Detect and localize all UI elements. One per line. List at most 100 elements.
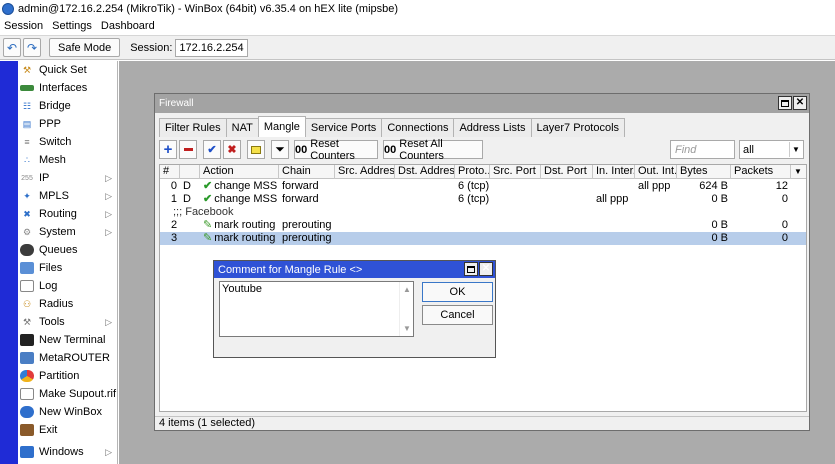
column-header-chain[interactable]: Chain: [279, 165, 335, 179]
filter-select[interactable]: all ▼: [739, 140, 804, 159]
column-header-bytes[interactable]: Bytes: [677, 165, 731, 179]
sidebar-item-mpls[interactable]: ✦ MPLS ▷: [18, 187, 118, 205]
ok-button[interactable]: OK: [422, 282, 493, 302]
comment-scrollbar[interactable]: ▲ ▼: [399, 282, 413, 336]
cancel-button[interactable]: Cancel: [422, 305, 493, 325]
remove-button[interactable]: [179, 140, 197, 159]
metarouter-icon: [20, 352, 34, 364]
scroll-up-icon[interactable]: ▲: [403, 285, 411, 294]
accept-check-icon: ✔: [203, 180, 213, 192]
redo-button[interactable]: ↷: [23, 38, 41, 57]
sidebar-item-bridge[interactable]: ☷ Bridge: [18, 97, 118, 115]
firewall-title: Firewall: [159, 98, 194, 109]
sidebar-item-queues[interactable]: Queues: [18, 241, 118, 259]
tab-mangle[interactable]: Mangle: [257, 116, 306, 137]
sidebar-item-switch[interactable]: ≡ Switch: [18, 133, 118, 151]
column-header-src-port[interactable]: Src. Port: [490, 165, 541, 179]
sidebar-item-new-terminal[interactable]: New Terminal: [18, 331, 118, 349]
menu-dashboard[interactable]: Dashboard: [101, 20, 155, 32]
scroll-down-icon[interactable]: ▼: [403, 324, 411, 333]
table-row[interactable]: 0 D ✔ change MSS forward 6 (tcp) all ppp …: [160, 180, 806, 193]
routing-icon: ✖: [23, 208, 31, 219]
tab-address-lists[interactable]: Address Lists: [453, 118, 532, 137]
submenu-arrow-icon: ▷: [105, 172, 112, 183]
tab-service-ports[interactable]: Service Ports: [304, 118, 383, 137]
find-input[interactable]: Find: [670, 140, 735, 159]
sidebar-item-new-winbox[interactable]: New WinBox: [18, 403, 118, 421]
firewall-titlebar[interactable]: Firewall ✕: [155, 94, 809, 113]
comment-row[interactable]: ;;; Facebook: [160, 206, 806, 219]
menu-session[interactable]: Session: [4, 20, 43, 32]
sidebar-item-mesh[interactable]: ∴ Mesh: [18, 151, 118, 169]
tab-layer7-protocols[interactable]: Layer7 Protocols: [530, 118, 626, 137]
dropdown-icon: ▼: [794, 167, 802, 176]
tools-icon: ⚒: [22, 316, 32, 327]
cross-icon: ✖: [227, 144, 237, 156]
sidebar-item-radius[interactable]: ⚇ Radius: [18, 295, 118, 313]
reset-all-counters-button[interactable]: 00 Reset All Counters: [383, 138, 483, 162]
column-header-protocol[interactable]: Proto...: [455, 165, 490, 179]
mark-routing-icon: ✎: [203, 219, 213, 231]
sidebar-item-tools[interactable]: ⚒ Tools ▷: [18, 313, 118, 331]
column-header-in-interface[interactable]: In. Inter...: [593, 165, 635, 179]
exit-icon: [20, 424, 34, 436]
table-row[interactable]: 1 D ✔ change MSS forward 6 (tcp) all ppp …: [160, 193, 806, 206]
sidebar-item-log[interactable]: Log: [18, 277, 118, 295]
column-header-dst-port[interactable]: Dst. Port: [541, 165, 593, 179]
ppp-icon: ▤: [22, 118, 32, 129]
column-header-action[interactable]: Action: [200, 165, 279, 179]
column-header-packets[interactable]: Packets: [731, 165, 791, 179]
window-title: admin@172.16.2.254 (MikroTik) - WinBox (…: [18, 2, 399, 15]
sidebar-item-quick-set[interactable]: ⚒ Quick Set: [18, 61, 118, 79]
sidebar-item-metarouter[interactable]: MetaROUTER: [18, 349, 118, 367]
column-header-dst-address[interactable]: Dst. Address: [395, 165, 455, 179]
rule-comment: ;;; Facebook: [173, 206, 234, 218]
mark-routing-icon: ✎: [203, 232, 213, 244]
sidebar-item-ip[interactable]: 255 IP ▷: [18, 169, 118, 187]
column-header-number[interactable]: #: [160, 165, 180, 179]
table-row[interactable]: 2 ✎ mark routing prerouting 0 B 0: [160, 219, 806, 232]
sidebar-item-files[interactable]: Files: [18, 259, 118, 277]
comment-dialog-title: Comment for Mangle Rule <>: [218, 263, 363, 276]
menu-settings[interactable]: Settings: [52, 20, 92, 32]
table-row-selected[interactable]: 3 ✎ mark routing prerouting 0 B 0: [160, 232, 806, 245]
sidebar-item-exit[interactable]: Exit: [18, 421, 118, 439]
filter-button[interactable]: ⏷: [271, 140, 289, 159]
sidebar-item-windows[interactable]: Windows ▷: [18, 443, 118, 461]
add-button[interactable]: +: [159, 140, 177, 159]
column-header-flags[interactable]: [180, 165, 200, 179]
sidebar-item-interfaces[interactable]: Interfaces: [18, 79, 118, 97]
undo-button[interactable]: ↶: [3, 38, 21, 57]
column-header-src-address[interactable]: Src. Address: [335, 165, 395, 179]
enable-button[interactable]: ✔: [203, 140, 221, 159]
column-header-out-interface[interactable]: Out. Int...: [635, 165, 677, 179]
sidebar-item-system[interactable]: ⚙ System ▷: [18, 223, 118, 241]
sidebar-item-make-supout[interactable]: Make Supout.rif: [18, 385, 118, 403]
sidebar-item-partition[interactable]: Partition: [18, 367, 118, 385]
safe-mode-button[interactable]: Safe Mode: [49, 38, 121, 57]
maximize-button[interactable]: [778, 96, 792, 110]
tab-connections[interactable]: Connections: [381, 118, 455, 137]
close-button[interactable]: ✕: [479, 262, 493, 276]
columns-menu-button[interactable]: ▼: [791, 165, 806, 179]
accept-check-icon: ✔: [203, 193, 213, 205]
maximize-button[interactable]: [464, 262, 478, 276]
comment-button[interactable]: [247, 140, 265, 159]
sidebar-item-routing[interactable]: ✖ Routing ▷: [18, 205, 118, 223]
close-button[interactable]: ✕: [793, 96, 807, 110]
disable-button[interactable]: ✖: [223, 140, 241, 159]
sidebar-item-ppp[interactable]: ▤ PPP: [18, 115, 118, 133]
session-field[interactable]: 172.16.2.254: [175, 38, 248, 57]
redo-icon: ↷: [26, 40, 38, 55]
winbox-app-icon: [2, 2, 14, 15]
tab-nat[interactable]: NAT: [225, 118, 259, 137]
reset-counters-button[interactable]: 00 Reset Counters: [294, 138, 378, 162]
comment-dialog-titlebar[interactable]: Comment for Mangle Rule <> ✕: [214, 261, 495, 278]
main-toolbar: ↶ ↷ Safe Mode Session: 172.16.2.254: [0, 35, 835, 60]
mpls-icon: ✦: [23, 190, 31, 201]
terminal-icon: [20, 334, 34, 346]
winbox-icon: [20, 406, 34, 418]
tab-filter-rules[interactable]: Filter Rules: [159, 118, 227, 137]
bridge-icon: ☷: [22, 100, 32, 111]
comment-textarea[interactable]: Youtube ▲ ▼: [219, 281, 414, 337]
